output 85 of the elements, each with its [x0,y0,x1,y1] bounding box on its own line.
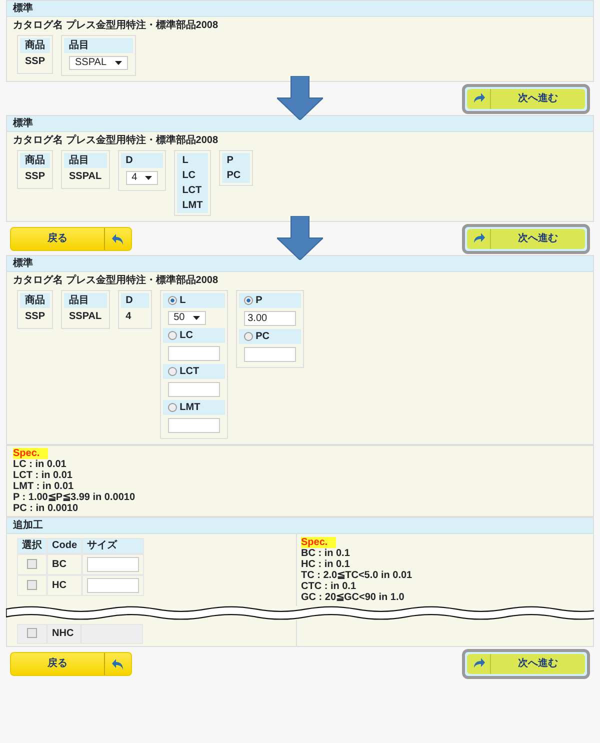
column-header: Code [47,538,82,554]
table-cell: BC [47,554,82,575]
undo-arrow-icon [112,232,124,245]
field-header: 品目 [64,38,133,53]
spec-label: Spec. [301,537,336,548]
redo-arrow-icon [472,93,484,104]
next-button[interactable]: 次へ進む [462,648,590,678]
field-header: L [180,294,186,307]
field-header: 品目 [64,293,107,308]
field-value: SSP [24,55,46,69]
down-arrow-icon [277,76,323,120]
spec-line: LCT : in 0.01 [13,470,74,481]
radio-button[interactable] [168,331,177,340]
select-field[interactable]: SSPAL [69,56,128,70]
spec-label: Spec. [13,448,48,459]
radio-button[interactable] [244,296,253,305]
field-header: P [222,153,250,168]
back-button[interactable]: 戻る [10,652,132,676]
field-header: P [256,294,262,307]
select-field[interactable]: 50 [168,311,206,325]
select-field[interactable]: 4 [126,171,158,185]
field-header: 品目 [64,153,107,168]
spec-line: LC : in 0.01 [13,459,68,470]
next-button[interactable]: 次へ進む [462,84,590,114]
redo-arrow-icon [472,658,484,669]
spec-line: BC : in 0.1 [301,548,351,559]
radio-button[interactable] [168,296,177,305]
panel-title: 標準 [7,1,593,17]
radio-button[interactable] [168,403,177,412]
field-header: LCT [180,365,200,378]
input-field[interactable] [168,346,220,361]
field-header: LC [180,329,193,342]
caret-icon [192,316,200,320]
catalog-name: カタログ名 プレス金型用特注・標準部品2008 [12,273,220,288]
field-value: SSPAL [68,170,103,184]
column-header: 選択 [17,538,47,554]
input-field[interactable] [244,347,296,362]
checkbox[interactable] [27,580,37,590]
undo-arrow-icon [112,657,124,670]
catalog-name: カタログ名 プレス金型用特注・標準部品2008 [12,18,220,33]
checkbox[interactable] [27,628,37,638]
down-arrow-icon [277,216,323,260]
column-header: サイズ [82,538,144,554]
field-header: 商品 [20,153,50,168]
field-value: 4 [124,310,132,324]
field-header: LMT [177,198,208,213]
field-header: LC [177,168,208,183]
panel-title: 標準 [7,116,593,132]
field-header: D [120,293,149,308]
field-header: LMT [180,401,200,414]
redo-arrow-icon [472,233,484,244]
field-header: PC [222,168,250,183]
field-header: LCT [177,183,208,198]
spec-line: HC : in 0.1 [301,559,351,570]
back-button[interactable]: 戻る [10,226,132,250]
table-cell: HC [47,575,82,596]
table-cell: NHC [47,624,81,644]
spec-line: LMT : in 0.01 [13,481,75,492]
field-header: D [120,153,164,168]
caret-icon [114,61,122,65]
radio-button[interactable] [168,367,177,376]
field-header: 商品 [20,38,50,53]
input-field[interactable] [87,578,139,593]
spec-line: P : 1.00≦P≦3.99 in 0.0010 [13,492,136,503]
field-header: PC [256,330,270,343]
input-field[interactable] [168,418,220,433]
input-field[interactable] [87,557,139,572]
input-field[interactable]: 3.00 [244,311,296,326]
panel-title: 標準 [7,256,593,272]
caret-icon [145,176,152,180]
checkbox[interactable] [27,558,37,569]
catalog-name: カタログ名 プレス金型用特注・標準部品2008 [12,133,220,148]
spec-line: TC : 2.0≦TC<5.0 in 0.01 [301,570,414,581]
spec-line: GC : 20≦GC<90 in 1.0 [301,592,406,603]
spec-line: PC : in 0.0010 [13,503,80,514]
spec-line: CTC : in 0.1 [301,581,358,592]
radio-button[interactable] [244,332,253,341]
panel-title: 追加工 [7,518,593,534]
field-value: SSP [24,170,46,184]
field-value: SSPAL [68,310,103,324]
field-header: 商品 [20,293,50,308]
input-field[interactable] [168,382,220,397]
field-value: SSP [24,310,46,324]
field-header: L [177,153,208,168]
next-button[interactable]: 次へ進む [462,224,590,254]
